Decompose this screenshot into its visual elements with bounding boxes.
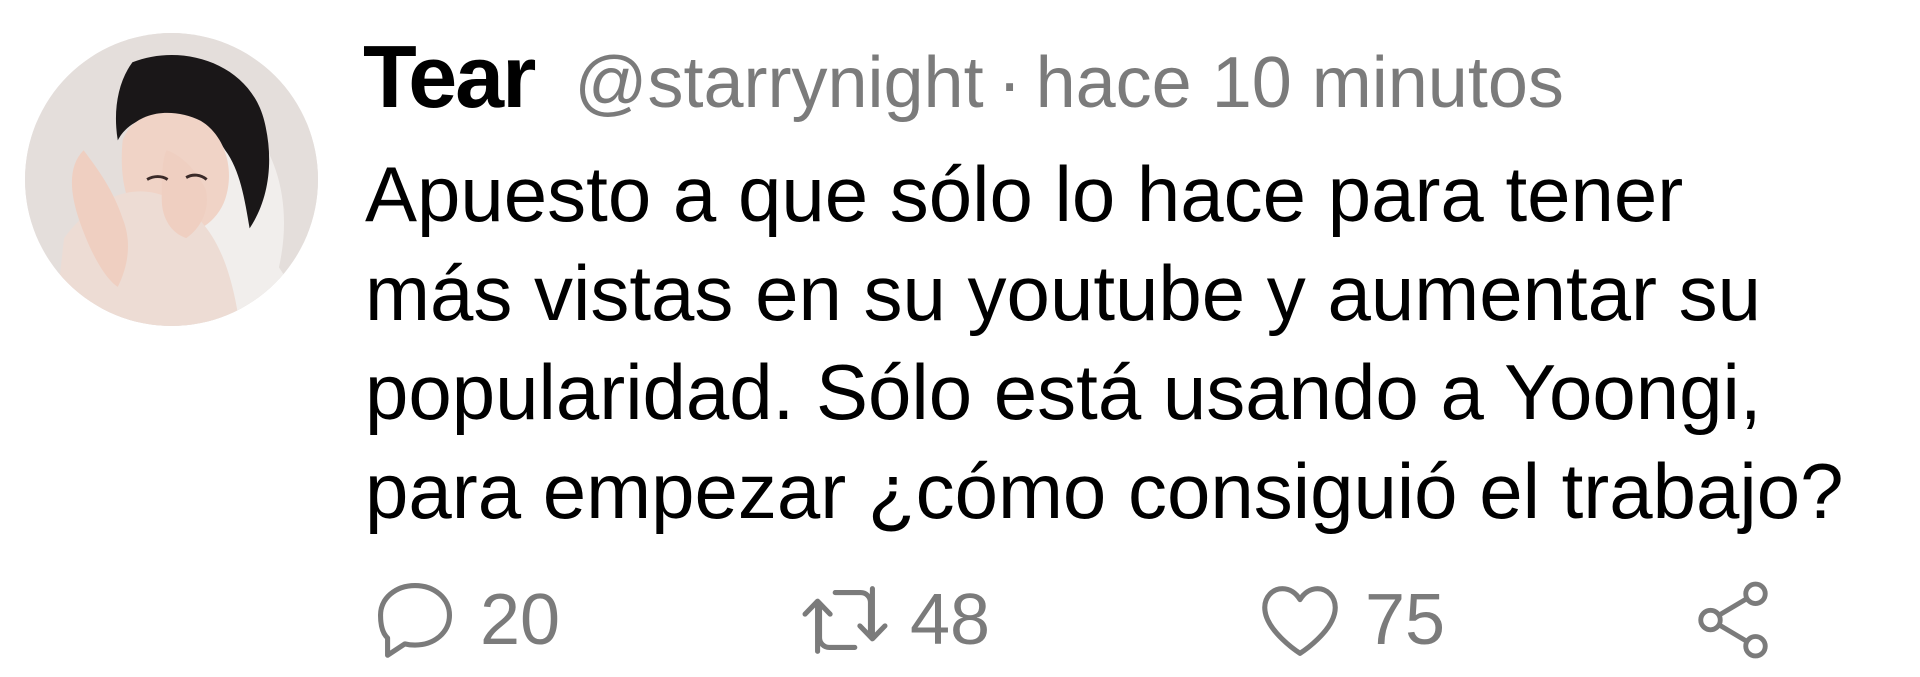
tweet-text-line: más vistas en su youtube y aumentar su [365, 249, 1762, 337]
tweet-header: Tear @starrynight · hace 10 minutos [363, 26, 1564, 126]
retweet-count: 48 [910, 580, 991, 660]
tweet-text: Apuesto a que sólo lo hace para tener má… [365, 145, 1910, 541]
tweet-text-line: Apuesto a que sólo lo hace para tener [365, 150, 1684, 238]
tweet-text-line: para empezar ¿cómo consiguió el trabajo? [365, 447, 1844, 535]
avatar[interactable] [25, 33, 318, 326]
reply-count: 20 [480, 580, 561, 660]
tweet-actions: 20 48 75 [368, 570, 1908, 670]
reply-button[interactable]: 20 [368, 570, 560, 670]
heart-icon [1262, 586, 1338, 656]
tweet-card: Tear @starrynight · hace 10 minutos Apue… [0, 0, 1920, 677]
reply-icon [377, 582, 453, 658]
avatar-image [25, 33, 318, 326]
share-button[interactable] [1688, 570, 1778, 670]
retweet-icon [802, 586, 888, 654]
timestamp[interactable]: hace 10 minutos [1036, 42, 1564, 124]
like-button[interactable]: 75 [1253, 570, 1445, 670]
header-separator: · [997, 43, 1022, 123]
author-name[interactable]: Tear [363, 26, 536, 128]
share-icon [1698, 581, 1768, 659]
retweet-button[interactable]: 48 [798, 570, 990, 670]
like-count: 75 [1365, 580, 1446, 660]
author-handle[interactable]: @starrynight [574, 42, 983, 124]
tweet-text-line: popularidad. Sólo está usando a Yoongi, [365, 348, 1762, 436]
